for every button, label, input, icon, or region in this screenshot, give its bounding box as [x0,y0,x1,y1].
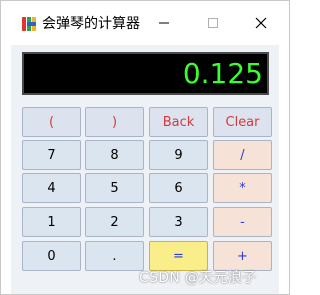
close-paren-button[interactable]: ) [85,107,144,137]
digit-2-button[interactable]: 2 [85,207,144,237]
divide-button[interactable]: / [213,140,272,170]
title-bar[interactable]: 会弹琴的计算器 [1,1,289,45]
minimize-icon [159,22,169,24]
subtract-button[interactable]: - [213,207,272,237]
digit-8-button[interactable]: 8 [85,140,144,170]
digit-4-button[interactable]: 4 [22,173,81,203]
minimize-button[interactable] [140,1,188,45]
multiply-button[interactable]: * [213,173,272,203]
digit-6-button[interactable]: 6 [149,173,208,203]
digit-5-button[interactable]: 5 [85,173,144,203]
digit-0-button[interactable]: 0 [22,241,81,271]
maximize-button[interactable] [189,1,237,45]
window-title: 会弹琴的计算器 [42,16,140,32]
app-icon [21,16,37,32]
digit-7-button[interactable]: 7 [22,140,81,170]
watermark-text: CSDN @天元浪子 [139,270,257,286]
close-button[interactable] [237,1,285,45]
digit-1-button[interactable]: 1 [22,207,81,237]
digit-3-button[interactable]: 3 [149,207,208,237]
clear-button[interactable]: Clear [213,107,272,137]
calculator-window: 会弹琴的计算器 0.125 ( ) Back Clear 7 8 9 / 4 5… [0,0,290,295]
back-button[interactable]: Back [149,107,208,137]
open-paren-button[interactable]: ( [22,107,81,137]
decimal-point-button[interactable]: . [85,241,144,271]
result-display: 0.125 [22,52,269,95]
maximize-icon [208,18,218,28]
close-icon [255,17,267,29]
digit-9-button[interactable]: 9 [149,140,208,170]
